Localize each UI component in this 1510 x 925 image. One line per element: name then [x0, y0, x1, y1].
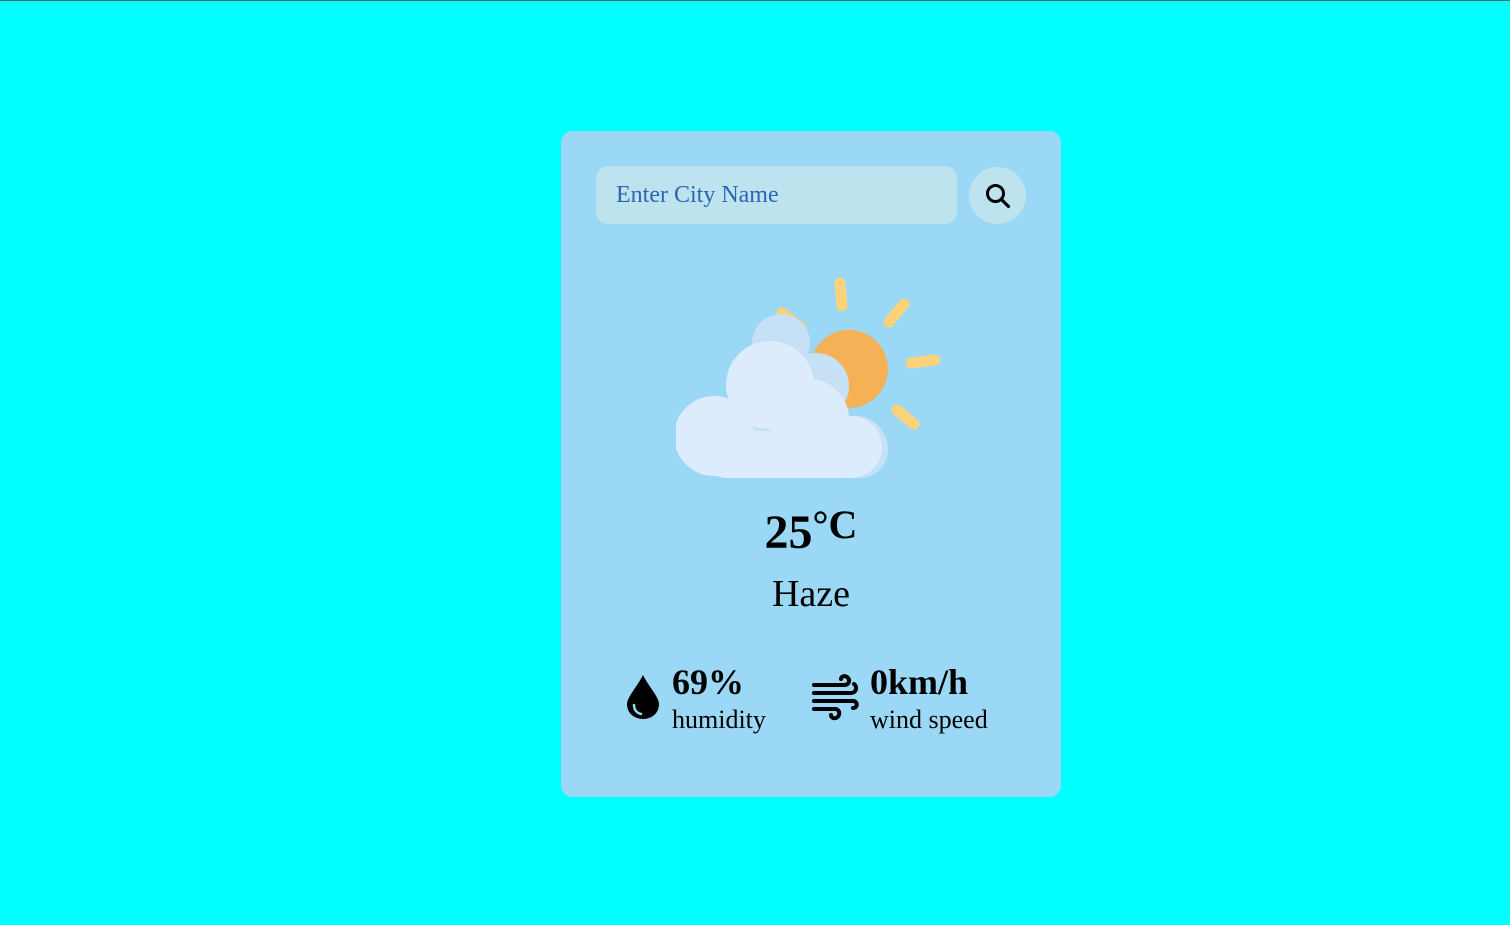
wind-speed-label: wind speed [870, 705, 988, 734]
temperature-value: 25 [764, 506, 813, 559]
wind-icon [812, 674, 859, 721]
partly-cloudy-icon [676, 277, 941, 478]
search-button[interactable] [969, 167, 1026, 224]
humidity-value: 69% [672, 662, 744, 702]
wind-speed-value: 0km/h [870, 662, 969, 702]
search-bar [596, 166, 1026, 224]
city-search-input[interactable] [596, 166, 957, 224]
water-drop-icon [627, 675, 659, 719]
temperature-unit: °C [812, 502, 858, 547]
weather-card: 25°C Haze 69% humidity 0km/h wind speed [561, 131, 1061, 797]
weather-condition: Haze [771, 573, 851, 615]
humidity-label: humidity [672, 705, 766, 734]
search-icon [986, 184, 1011, 209]
temperature-display: 25°C [561, 505, 1061, 559]
